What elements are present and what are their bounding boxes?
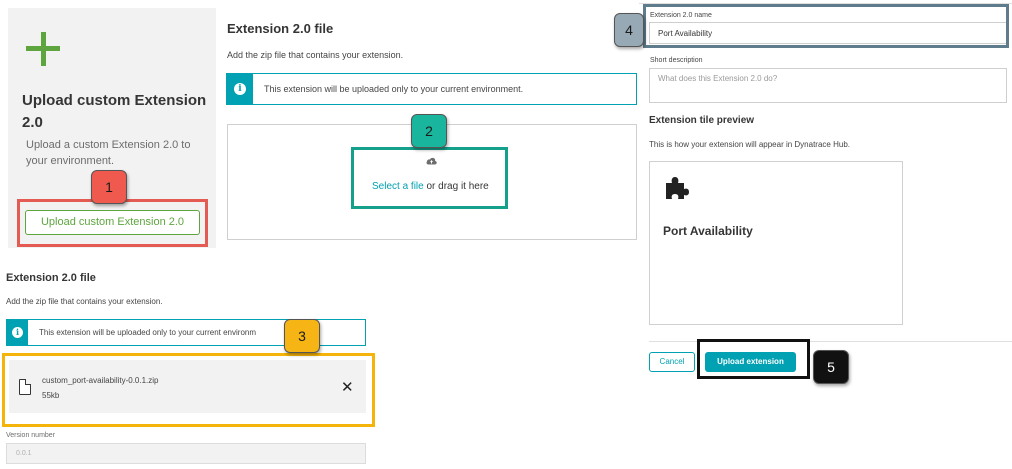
callout-highlight-1	[17, 199, 208, 247]
info-icon: i	[234, 83, 246, 95]
info-icon: i	[12, 327, 23, 338]
step-badge-3: 3	[284, 319, 320, 353]
version-number-value: 0.0.1	[16, 450, 32, 457]
extension-file-subtext: Add the zip file that contains your exte…	[227, 50, 404, 60]
puzzle-icon	[666, 177, 689, 199]
version-number-label: Version number	[6, 432, 56, 439]
info-banner-text-2: This extension will be uploaded only to …	[39, 328, 257, 337]
tile-preview-subtext: This is how your extension will appear i…	[649, 140, 850, 149]
cancel-button[interactable]: Cancel	[649, 352, 695, 372]
callout-highlight-2	[351, 147, 508, 209]
short-description-input[interactable]: What does this Extension 2.0 do?	[649, 68, 1007, 103]
card-title: Upload custom Extension 2.0	[22, 92, 207, 131]
short-description-placeholder: What does this Extension 2.0 do?	[658, 74, 778, 83]
step-badge-5: 5	[813, 350, 849, 384]
plus-icon	[26, 32, 60, 66]
card-description: Upload a custom Extension 2.0 to your en…	[26, 139, 191, 167]
callout-highlight-3	[2, 353, 375, 427]
callout-highlight-5	[697, 339, 810, 379]
callout-highlight-4	[643, 4, 1009, 48]
step-badge-2: 2	[411, 114, 447, 148]
extension-file-heading: Extension 2.0 file	[227, 21, 334, 36]
info-banner-text: This extension will be uploaded only to …	[264, 84, 524, 94]
extension-file-heading-2: Extension 2.0 file	[6, 272, 96, 284]
step-badge-1: 1	[91, 170, 127, 204]
tile-title: Port Availability	[663, 224, 753, 238]
step-badge-4: 4	[614, 13, 644, 47]
environment-info-banner: i This extension will be uploaded only t…	[226, 73, 637, 105]
version-number-field: 0.0.1	[6, 443, 366, 464]
extension-file-subtext-2: Add the zip file that contains your exte…	[6, 297, 163, 306]
tile-preview-heading: Extension tile preview	[649, 115, 755, 126]
short-description-label: Short description	[650, 57, 703, 64]
